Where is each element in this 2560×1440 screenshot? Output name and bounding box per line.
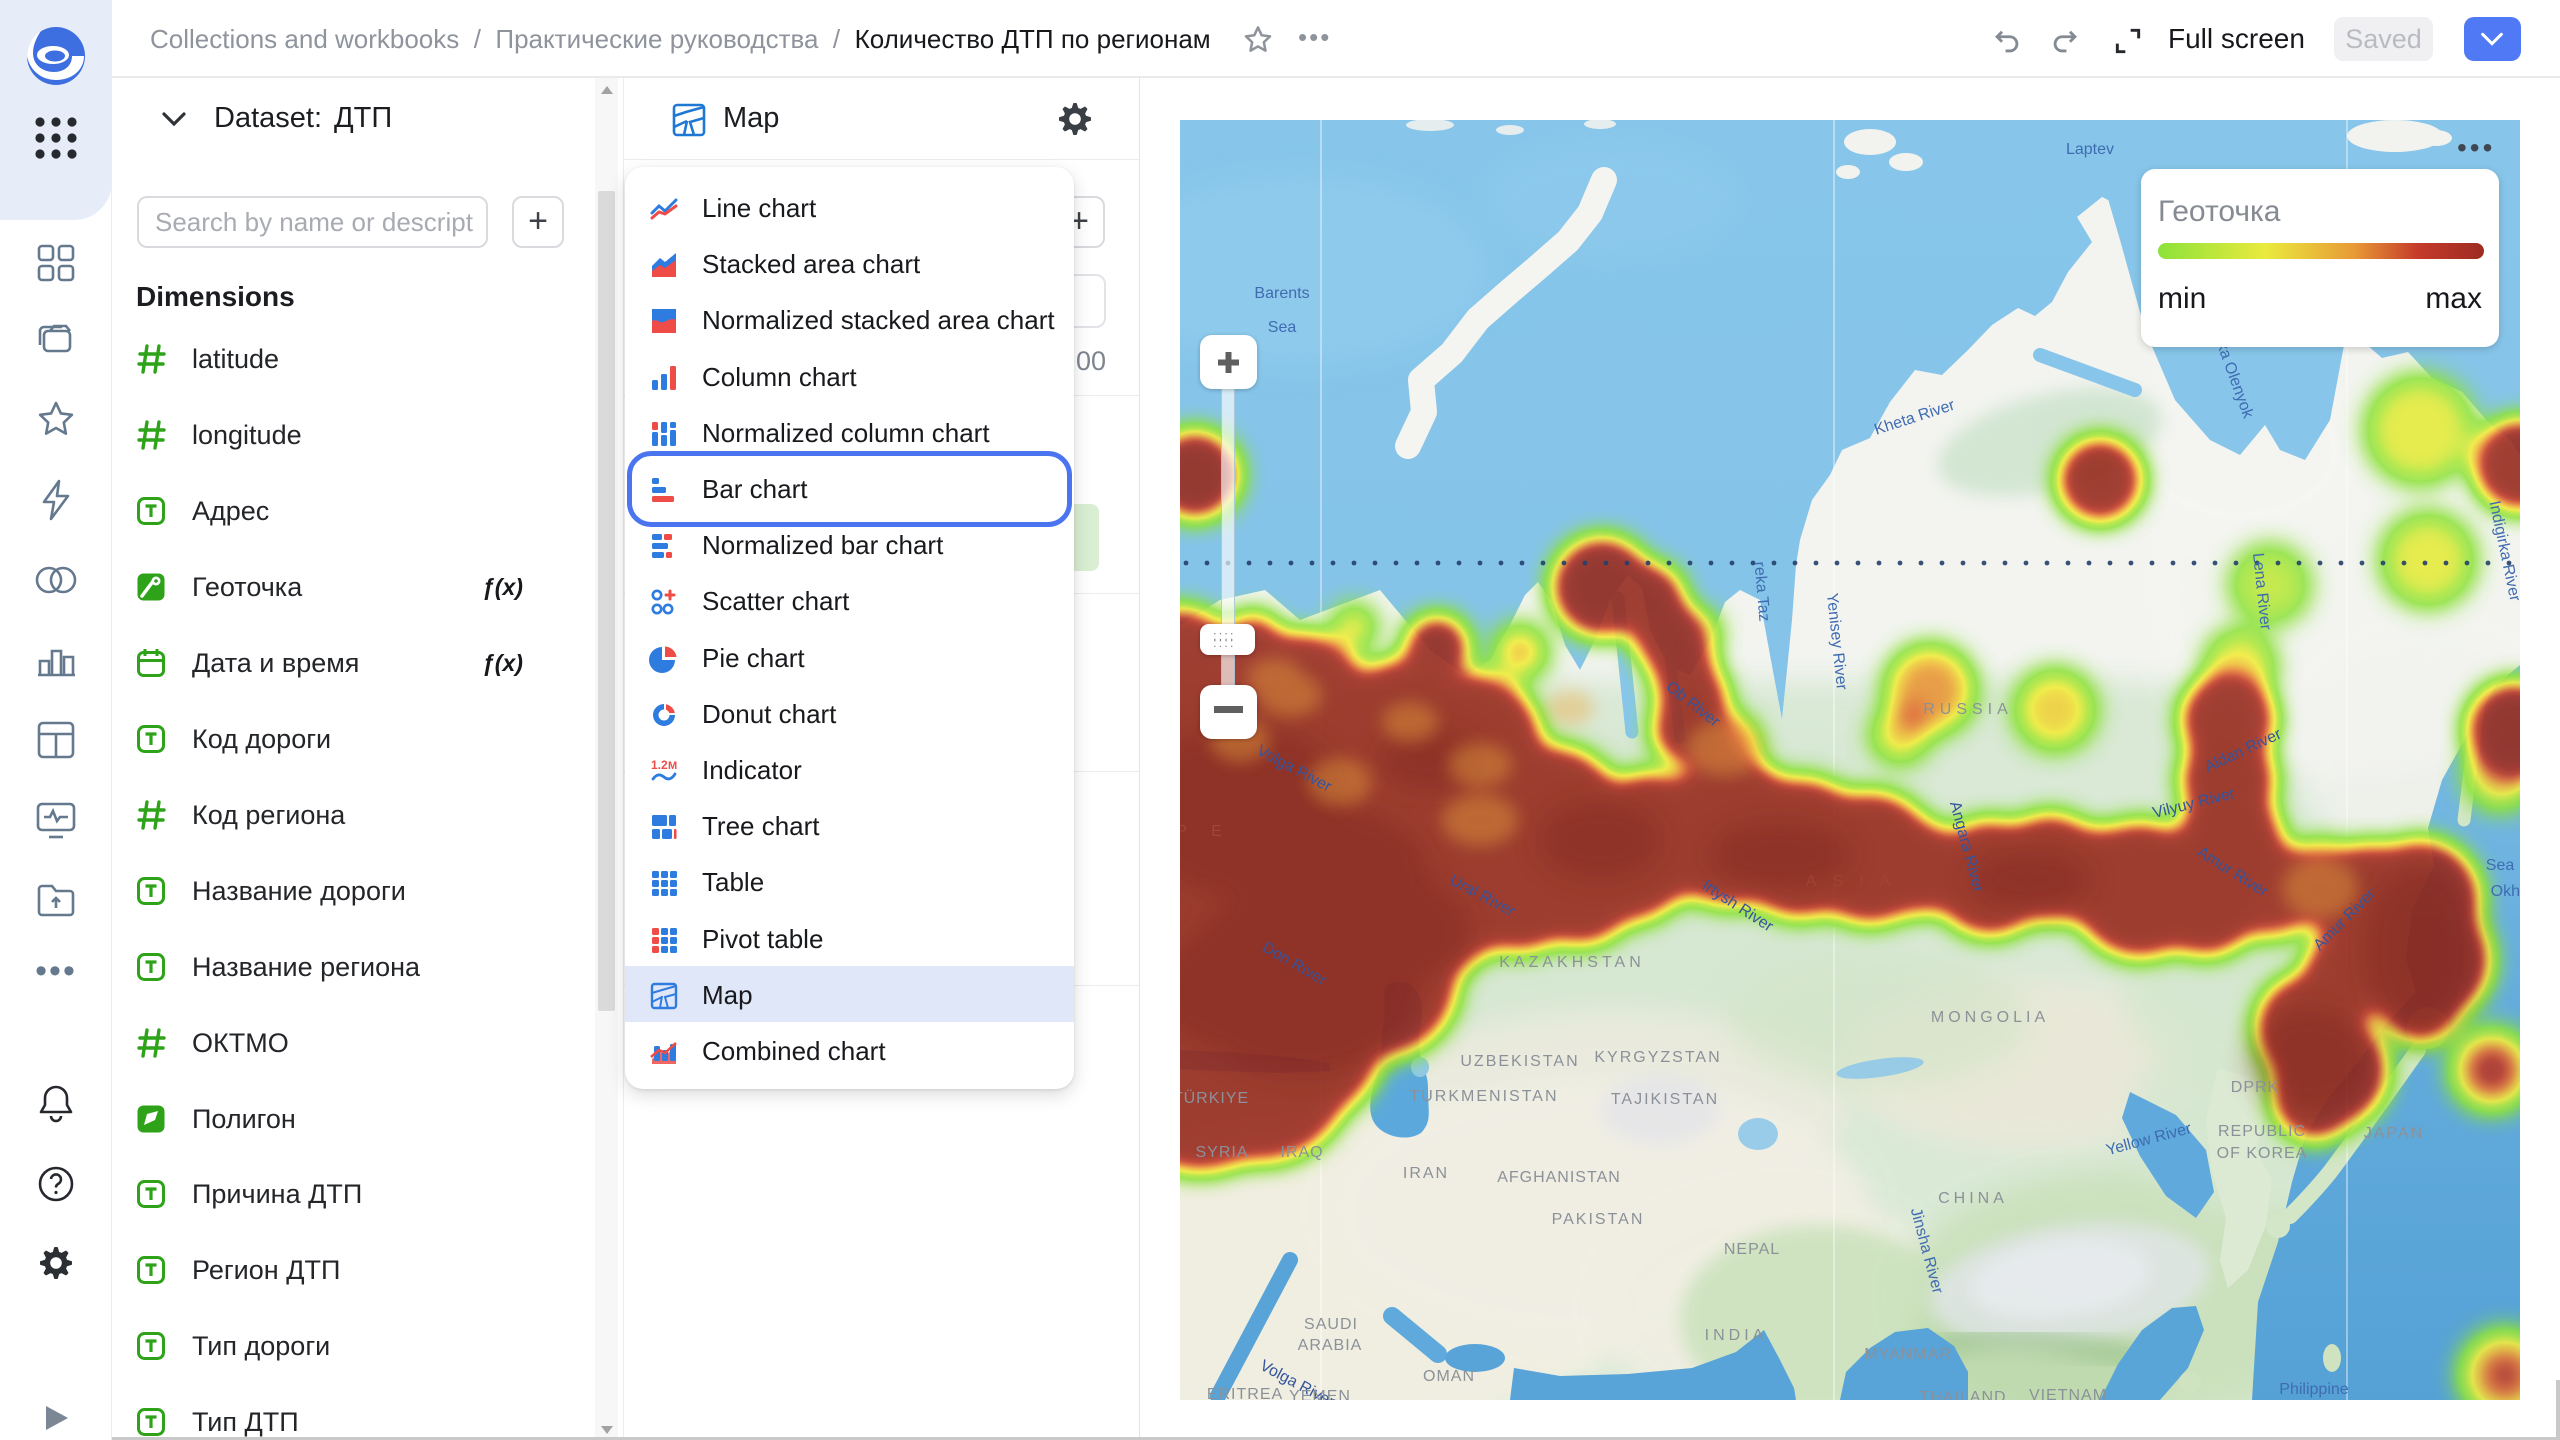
svg-text:M: M [668, 760, 677, 772]
svg-text:Philippine: Philippine [2279, 1381, 2348, 1398]
svg-text:OMAN: OMAN [1423, 1368, 1475, 1385]
svg-text:AFGHANISTAN: AFGHANISTAN [1497, 1169, 1621, 1186]
svg-text:UZBEKISTAN: UZBEKISTAN [1460, 1053, 1579, 1070]
svg-text:TAJIKISTAN: TAJIKISTAN [1611, 1091, 1719, 1108]
svg-text:RUSSIA: RUSSIA [1923, 701, 2013, 718]
svg-text:TURKMENISTAN: TURKMENISTAN [1409, 1088, 1558, 1105]
svg-text:Sea: Sea [2486, 857, 2515, 874]
svg-text:OF KOREA: OF KOREA [2217, 1145, 2308, 1162]
svg-text:KYRGYZSTAN: KYRGYZSTAN [1594, 1049, 1721, 1066]
svg-text:IRAN: IRAN [1403, 1165, 1449, 1182]
svg-text:KAZAKHSTAN: KAZAKHSTAN [1499, 954, 1645, 971]
svg-text:ARABIA: ARABIA [1298, 1337, 1363, 1354]
svg-text:PAKISTAN: PAKISTAN [1552, 1211, 1645, 1228]
svg-text:Okhot: Okhot [2491, 883, 2520, 900]
svg-text:DPRK: DPRK [2231, 1079, 2279, 1096]
svg-text:1.2: 1.2 [651, 758, 668, 772]
svg-text:Laptev: Laptev [2066, 141, 2114, 158]
svg-text:TÜRKIYE: TÜRKIYE [1180, 1089, 1249, 1107]
svg-text:SYRIA: SYRIA [1195, 1144, 1248, 1161]
svg-text:Sea: Sea [1268, 319, 1297, 336]
svg-text:MYANMAR: MYANMAR [1864, 1346, 1952, 1363]
svg-text:YEMEN: YEMEN [1289, 1388, 1351, 1400]
svg-text:CHINA: CHINA [1938, 1190, 2008, 1207]
svg-text:ERITREA: ERITREA [1207, 1386, 1283, 1400]
svg-text:VIETNAM: VIETNAM [2029, 1387, 2107, 1400]
svg-text:Barents: Barents [1254, 285, 1309, 302]
svg-text:REPUBLIC: REPUBLIC [2218, 1123, 2306, 1140]
svg-text:JAPAN: JAPAN [2364, 1125, 2424, 1142]
svg-text:SAUDI: SAUDI [1304, 1316, 1358, 1333]
svg-text:ASIA: ASIA [1806, 873, 1906, 890]
svg-text:THAILAND: THAILAND [1919, 1389, 2006, 1400]
svg-text:MONGOLIA: MONGOLIA [1931, 1009, 2049, 1026]
svg-text:IRAQ: IRAQ [1280, 1144, 1323, 1161]
svg-text:P E: P E [1180, 823, 1232, 840]
svg-text:NEPAL: NEPAL [1724, 1241, 1780, 1258]
svg-text:INDIA: INDIA [1705, 1327, 1768, 1344]
